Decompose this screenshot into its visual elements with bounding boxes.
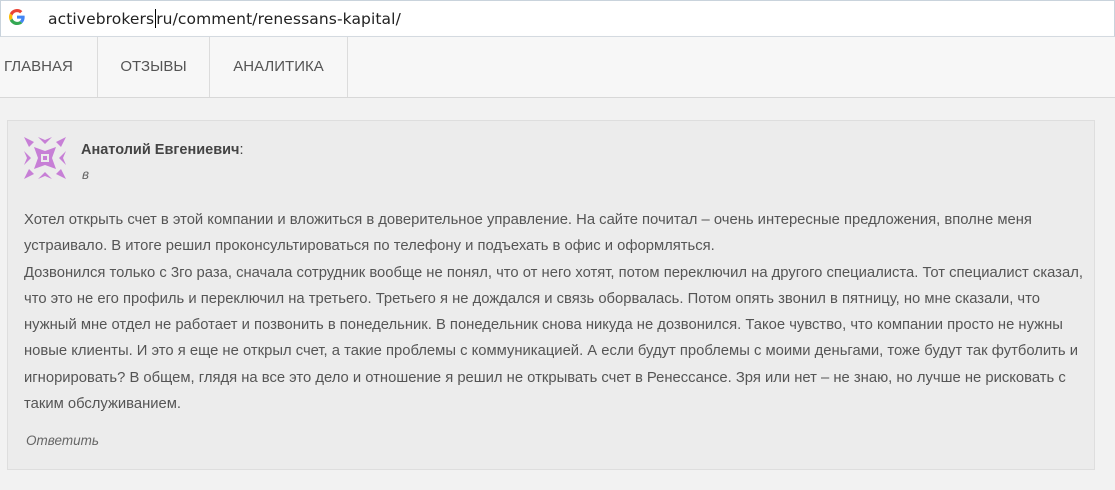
nav-item-reviews[interactable]: ОТЗЫВЫ <box>98 37 210 97</box>
google-g-icon <box>9 9 25 25</box>
nav-item-home[interactable]: ГЛАВНАЯ <box>0 37 98 97</box>
comment-subtitle: в <box>82 167 90 182</box>
comment-paragraph: Хотел открыть счет в этой компании и вло… <box>24 212 1032 255</box>
comment-paragraph: Дозвонился только с 3го раза, сначала со… <box>24 264 1083 413</box>
address-bar[interactable]: activebrokers ru/comment/renessans-kapita… <box>0 0 1115 37</box>
nav-item-analytics[interactable]: АНАЛИТИКА <box>210 37 348 97</box>
reply-link[interactable]: Ответить <box>26 433 99 448</box>
identicon-avatar <box>24 137 66 179</box>
comment-author: Анатолий Евгениевич: <box>81 142 244 158</box>
url-text[interactable]: activebrokers ru/comment/renessans-kapita… <box>48 9 401 28</box>
comment-body: Хотел открыть счет в этой компании и вло… <box>24 207 1084 417</box>
comment-card: Анатолий Евгениевич: в Хотел открыть сче… <box>7 120 1095 470</box>
main-navigation: ГЛАВНАЯ ОТЗЫВЫ АНАЛИТИКА <box>0 37 1115 98</box>
